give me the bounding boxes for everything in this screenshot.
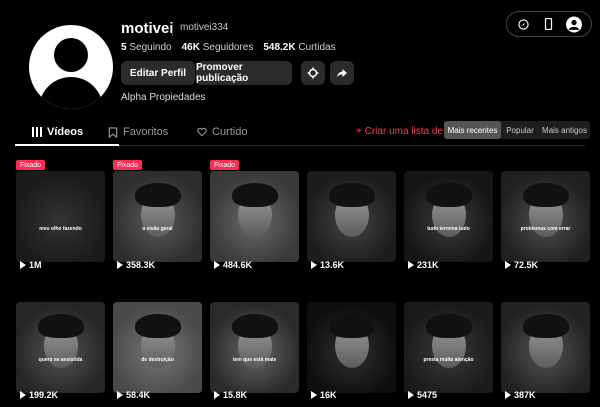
video-thumbnail[interactable]: meu olho fazendo (16, 171, 105, 262)
thumbnail-hair (523, 314, 569, 338)
play-icon (20, 391, 26, 399)
play-icon (214, 261, 220, 269)
avatar-head (54, 38, 88, 72)
profile-stats: 5 Seguindo 46K Seguidores 548.2K Curtida… (121, 42, 336, 53)
video-thumbnail[interactable] (307, 302, 396, 393)
sort-popular[interactable]: Popular (501, 121, 539, 139)
play-icon (311, 261, 317, 269)
play-icon (505, 391, 511, 399)
video-thumbnail[interactable]: tudo termina tudo (404, 171, 493, 262)
view-count: 72.5K (505, 260, 538, 270)
sort-oldest[interactable]: Mais antigos (539, 121, 590, 139)
thumbnail-hair (329, 314, 375, 338)
top-right-controls (506, 11, 592, 37)
play-icon (408, 391, 414, 399)
pinned-badge: Fixado (16, 160, 46, 170)
profile-handle: motivei334 (180, 22, 229, 33)
view-count: 58.4K (117, 390, 150, 400)
view-count: 16K (311, 390, 337, 400)
play-icon (117, 261, 123, 269)
thumbnail-hair (38, 314, 84, 338)
share-button[interactable] (330, 61, 354, 85)
play-icon (117, 391, 123, 399)
profile-bio: Alpha Propiedades (121, 92, 206, 103)
view-count: 199.2K (20, 390, 58, 400)
pinned-badge: Fixado (113, 160, 143, 170)
view-count: 5475 (408, 390, 437, 400)
thumbnail-hair (329, 183, 375, 207)
thumbnail-caption: de destruição (141, 357, 174, 363)
video-thumbnail[interactable] (307, 171, 396, 262)
video-thumbnail[interactable] (501, 302, 590, 393)
compass-icon[interactable] (516, 16, 532, 32)
stat-following[interactable]: 5 Seguindo (121, 42, 172, 53)
active-tab-indicator (15, 144, 119, 146)
video-thumbnail[interactable]: presta muita atenção (404, 302, 493, 393)
thumbnail-hair (135, 183, 181, 207)
thumbnail-hair (232, 314, 278, 338)
play-icon (214, 391, 220, 399)
view-count: 15.8K (214, 390, 247, 400)
tab-favorites[interactable]: Favoritos (108, 126, 168, 138)
thumbnail-hair (426, 183, 472, 207)
profile-username: motivei (121, 20, 174, 37)
play-icon (505, 261, 511, 269)
grid-icon (32, 127, 42, 137)
profile-avatar[interactable] (29, 25, 113, 109)
promote-post-button[interactable]: Promover publicação (196, 61, 292, 85)
thumbnail-caption: problemas com errar (520, 226, 571, 232)
thumbnail-caption: meu olho fazendo (39, 226, 82, 232)
gear-icon (307, 67, 319, 79)
view-count: 13.6K (311, 260, 344, 270)
view-count: 1M (20, 260, 42, 270)
settings-button[interactable] (301, 61, 325, 85)
thumbnail-caption: tem que está mais (232, 357, 277, 363)
sort-control: Mais recentes Popular Mais antigos (444, 121, 590, 139)
heart-icon (197, 127, 207, 137)
thumbnail-hair (426, 314, 472, 338)
view-count: 358.3K (117, 260, 155, 270)
play-icon (311, 391, 317, 399)
view-count: 387K (505, 390, 536, 400)
thumbnail-caption: tudo termina tudo (427, 226, 470, 232)
divider (172, 24, 173, 36)
view-count: 231K (408, 260, 439, 270)
share-arrow-icon (337, 69, 347, 78)
play-icon (20, 261, 26, 269)
play-icon (408, 261, 414, 269)
thumbnail-hair (135, 314, 181, 338)
edit-profile-button[interactable]: Editar Perfil (121, 61, 195, 85)
thumbnail-caption: presta muita atenção (423, 357, 474, 363)
thumbnail-hair (523, 183, 569, 207)
tab-liked[interactable]: Curtido (197, 126, 247, 138)
stat-likes: 548.2K Curtidas (263, 42, 336, 53)
thumbnail-caption: quero se assistida (38, 357, 83, 363)
pinned-badge: Fixado (210, 160, 240, 170)
video-thumbnail[interactable]: tem que está mais (210, 302, 299, 393)
mobile-icon[interactable] (541, 16, 557, 32)
tab-videos[interactable]: Vídeos (32, 126, 83, 138)
video-thumbnail[interactable]: problemas com errar (501, 171, 590, 262)
video-thumbnail[interactable]: quero se assistida (16, 302, 105, 393)
view-count: 484.6K (214, 260, 252, 270)
video-thumbnail[interactable]: a visão geral (113, 171, 202, 262)
sort-recent[interactable]: Mais recentes (444, 121, 501, 139)
stat-followers[interactable]: 46K Seguidores (182, 42, 254, 53)
thumbnail-hair (232, 183, 278, 207)
thumbnail-caption: a visão geral (142, 226, 173, 232)
video-thumbnail[interactable]: de destruição (113, 302, 202, 393)
avatar-body (39, 77, 103, 109)
video-thumbnail[interactable] (210, 171, 299, 262)
user-menu-icon[interactable] (566, 16, 583, 32)
bookmark-icon (108, 126, 118, 138)
